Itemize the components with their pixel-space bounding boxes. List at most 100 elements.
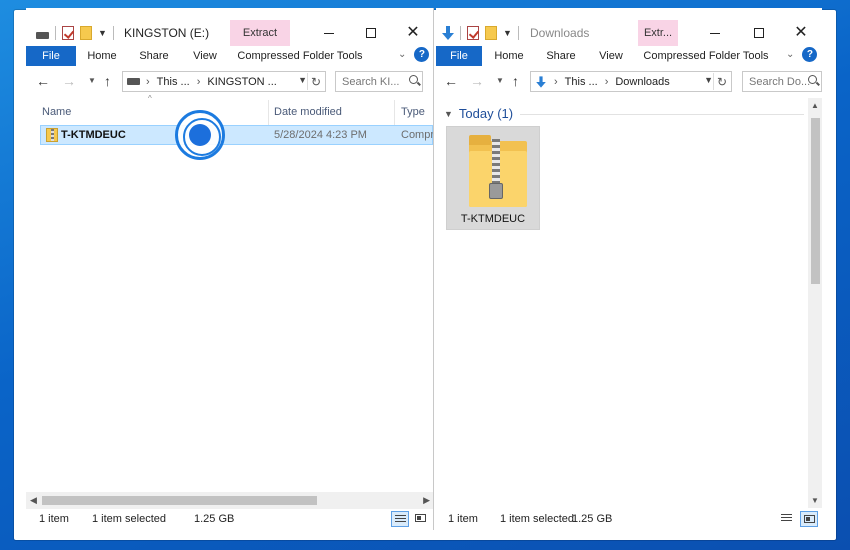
search-input[interactable]: Search Do... [742,71,822,92]
column-date-modified[interactable]: Date modified [274,106,342,118]
title-bar: ▼ Downloads Extr... ✕ [436,8,822,48]
search-icon [409,75,418,84]
column-name[interactable]: Name [42,106,71,118]
expand-ribbon-icon[interactable]: ⌄ [398,49,406,60]
tab-file[interactable]: File [436,46,482,66]
title-bar: ▼ KINGSTON (E:) Extract ✕ [26,8,433,48]
selection-info: 1 item selected [500,513,574,525]
horizontal-scrollbar[interactable]: ◀ ▶ [26,492,433,509]
scroll-up-icon[interactable]: ▲ [811,101,819,110]
new-folder-icon[interactable] [80,26,92,40]
ribbon-tabs: File Home Share View Compressed Folder T… [436,46,822,66]
tab-share[interactable]: Share [128,46,180,66]
recent-locations-icon[interactable]: ▼ [88,76,96,85]
address-dropdown-icon[interactable]: ▼ [704,75,713,85]
maximize-button[interactable] [744,22,774,44]
expand-ribbon-icon[interactable]: ⌄ [786,49,794,60]
file-row-selected[interactable]: T-KTMDEUC 5/28/2024 4:23 PM Compr [40,125,433,145]
column-type[interactable]: Type [401,106,425,118]
close-button[interactable]: ✕ [398,22,428,44]
tab-home[interactable]: Home [482,46,536,66]
forward-icon[interactable]: → [62,73,76,89]
breadcrumb-separator: › [146,75,150,88]
details-view-icon [781,514,792,522]
close-icon: ✕ [794,24,808,41]
ribbon-tabs: File Home Share View Compressed Folder T… [26,46,433,66]
minimize-icon [710,32,720,34]
selection-size: 1.25 GB [194,513,235,525]
window-title: Downloads [530,26,590,40]
details-view-button[interactable] [778,511,796,527]
up-icon[interactable]: ↑ [512,73,519,89]
tab-file[interactable]: File [26,46,76,66]
large-icons-view-button[interactable] [800,511,818,527]
breadcrumb-this-pc[interactable]: This ... [157,76,190,88]
help-icon[interactable]: ? [414,47,430,62]
divider [517,26,519,40]
tab-extract[interactable]: Extr... [638,20,678,46]
ribbon-controls: ⌄ ? [786,47,818,62]
scroll-left-icon[interactable]: ◀ [30,495,37,506]
quick-access-toolbar: ▼ [442,24,525,42]
refresh-icon[interactable]: ↻ [713,73,730,90]
up-icon[interactable]: ↑ [104,73,111,89]
close-button[interactable]: ✕ [786,22,816,44]
scroll-right-icon[interactable]: ▶ [423,495,430,506]
divider [55,26,56,40]
tab-compressed-folder-tools[interactable]: Compressed Folder Tools [636,46,776,66]
customize-qat-icon[interactable]: ▼ [503,28,512,38]
column-header-row: ^ Name Date modified Type [26,94,433,126]
help-icon[interactable]: ? [802,47,818,62]
tab-home[interactable]: Home [76,46,128,66]
tab-view[interactable]: View [586,46,636,66]
sort-ascending-icon: ^ [148,94,152,103]
downloads-icon [536,75,546,88]
column-divider[interactable] [394,100,395,126]
vertical-scrollbar[interactable]: ▲ ▼ [808,98,822,508]
group-label: Today (1) [458,106,514,121]
search-icon [808,75,817,84]
details-view-button[interactable] [391,511,409,527]
tab-view[interactable]: View [180,46,230,66]
minimize-button[interactable] [314,22,344,44]
large-icons-view-button[interactable] [412,511,430,527]
breadcrumb-kingston[interactable]: KINGSTON ... [207,76,276,88]
address-bar[interactable]: › This ... › KINGSTON ... ▼ ↻ [122,71,326,92]
search-placeholder: Search KI... [342,75,400,88]
recent-locations-icon[interactable]: ▼ [496,76,504,85]
minimize-button[interactable] [700,22,730,44]
scroll-down-icon[interactable]: ▼ [811,496,819,505]
address-bar[interactable]: › This ... › Downloads ▼ ↻ [530,71,732,92]
zip-folder-icon [46,128,58,142]
navigation-bar: ← → ▼ ↑ › This ... › KINGSTON ... ▼ ↻ Se… [26,70,433,94]
properties-icon[interactable] [467,26,479,40]
scroll-thumb[interactable] [42,496,317,505]
group-divider [520,114,804,115]
back-icon[interactable]: ← [444,73,458,89]
file-date-modified: 5/28/2024 4:23 PM [274,129,367,141]
scroll-thumb[interactable] [811,118,820,284]
back-icon[interactable]: ← [36,73,50,89]
divider [112,26,114,40]
address-dropdown-icon[interactable]: ▼ [298,75,307,85]
maximize-button[interactable] [356,22,386,44]
collapse-group-icon[interactable]: ▼ [444,109,453,119]
search-input[interactable]: Search KI... [335,71,423,92]
forward-icon[interactable]: → [470,73,484,89]
properties-icon[interactable] [62,26,74,40]
new-folder-icon[interactable] [485,26,497,40]
column-divider[interactable] [268,100,269,126]
downloads-icon [442,26,454,40]
explorer-window-kingston: ▼ KINGSTON (E:) Extract ✕ File Home Shar… [26,8,434,530]
navigation-bar: ← → ▼ ↑ › This ... › Downloads ▼ ↻ Searc… [436,70,822,94]
breadcrumb-this-pc[interactable]: This ... [565,76,598,88]
breadcrumb-downloads[interactable]: Downloads [615,76,669,88]
file-tile-selected[interactable]: T-KTMDEUC [446,126,540,230]
explorer-window-downloads: ▼ Downloads Extr... ✕ File Home Share Vi… [436,8,822,530]
tab-share[interactable]: Share [536,46,586,66]
tab-extract[interactable]: Extract [230,20,290,46]
refresh-icon[interactable]: ↻ [307,73,324,90]
group-header-today[interactable]: ▼ Today (1) [444,106,513,121]
customize-qat-icon[interactable]: ▼ [98,28,107,38]
tab-compressed-folder-tools[interactable]: Compressed Folder Tools [230,46,370,66]
